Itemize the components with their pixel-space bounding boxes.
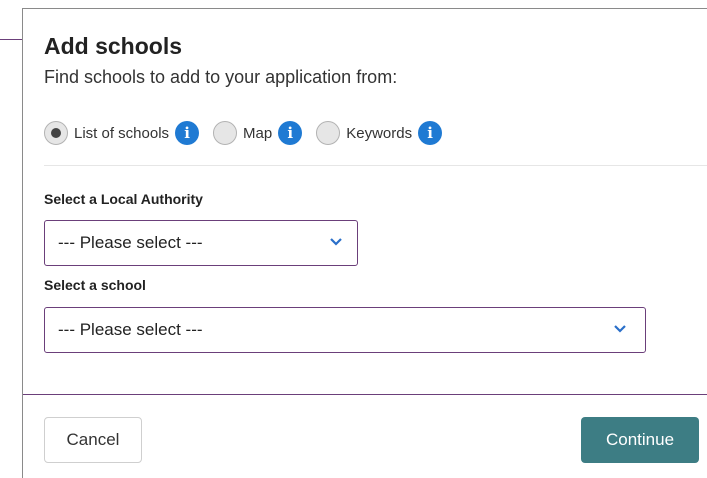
cancel-button[interactable]: Cancel <box>44 417 142 463</box>
continue-button[interactable]: Continue <box>581 417 699 463</box>
school-value: --- Please select --- <box>58 320 203 339</box>
local-authority-value: --- Please select --- <box>58 233 203 252</box>
school-select[interactable]: --- Please select --- <box>44 307 646 353</box>
info-icon[interactable]: i <box>418 121 443 145</box>
info-icon[interactable]: i <box>278 121 303 145</box>
chevron-down-icon <box>330 238 342 246</box>
radio-label-map[interactable]: Map <box>243 125 272 142</box>
background-divider <box>0 39 22 40</box>
school-label: Select a school <box>44 277 146 293</box>
chevron-down-icon <box>614 325 626 333</box>
radio-label-keywords[interactable]: Keywords <box>346 125 412 142</box>
radio-keywords[interactable] <box>316 121 341 145</box>
add-schools-dialog: Add schools Find schools to add to your … <box>22 8 707 478</box>
info-icon[interactable]: i <box>175 121 200 145</box>
radio-selected-dot <box>51 128 61 138</box>
local-authority-select[interactable]: --- Please select --- <box>44 220 358 266</box>
footer-divider <box>23 394 707 395</box>
page: Add schools Find schools to add to your … <box>0 0 707 478</box>
local-authority-label: Select a Local Authority <box>44 191 203 207</box>
dialog-subtitle: Find schools to add to your application … <box>44 67 398 87</box>
search-mode-group: List of schools i Map i Keywords i <box>44 119 456 147</box>
radio-label-list-of-schools[interactable]: List of schools <box>74 125 169 142</box>
radio-map[interactable] <box>213 121 238 145</box>
dialog-title: Add schools <box>44 33 183 59</box>
radio-list-of-schools[interactable] <box>44 121 68 145</box>
section-divider <box>44 165 707 166</box>
